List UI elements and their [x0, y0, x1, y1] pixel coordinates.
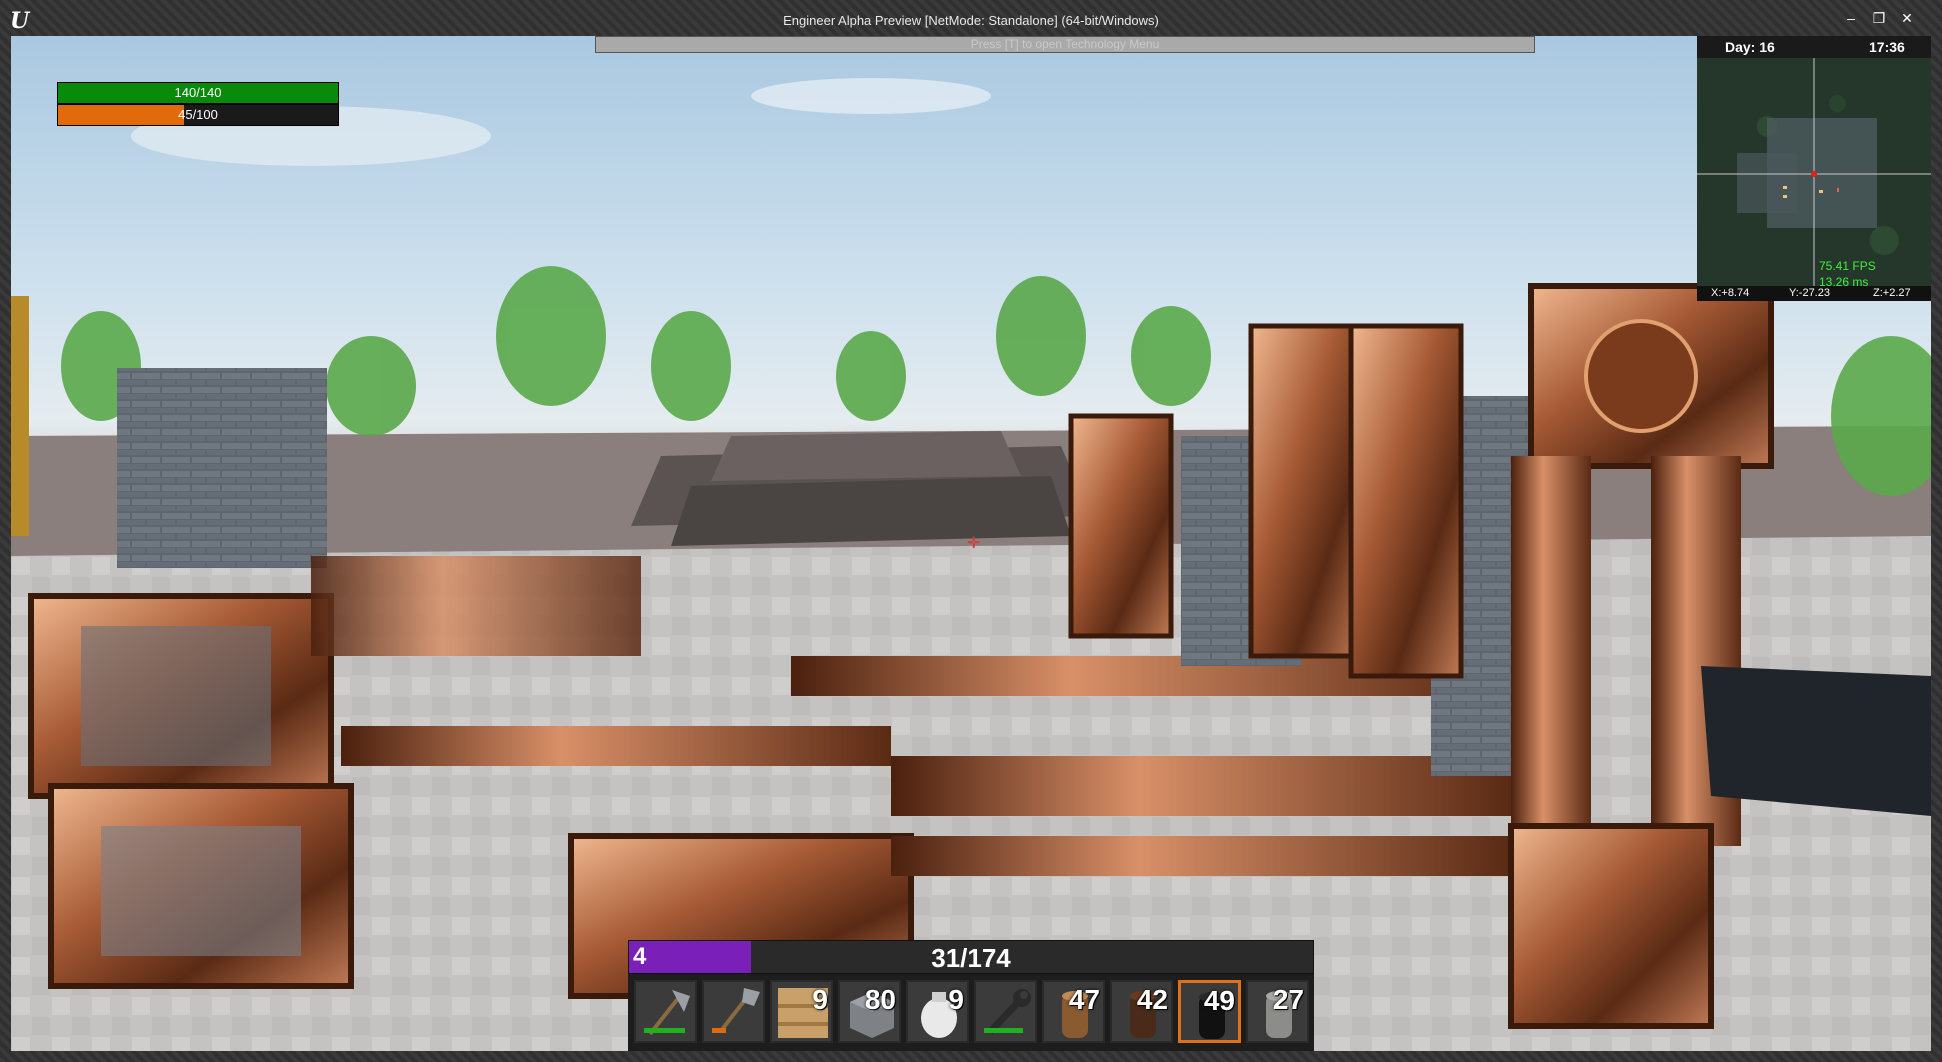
item-quantity: 9 [812, 984, 828, 1015]
hotbar-slot[interactable] [702, 980, 765, 1043]
fps-value: 75.41 FPS [1819, 259, 1876, 273]
hotbar-slot[interactable]: 9 [906, 980, 969, 1043]
hotbar-slot[interactable] [974, 980, 1037, 1043]
durability-bar [712, 1028, 726, 1033]
durability-bar [644, 1028, 685, 1033]
coord-y: Y:-27.23 [1789, 287, 1830, 299]
stamina-bar: 45/100 [57, 104, 339, 126]
hotbar: 9 80 9 47 42 49 27 [628, 974, 1314, 1051]
experience-bar: 4 31/174 [628, 940, 1314, 974]
item-quantity: 80 [864, 984, 896, 1015]
hotbar-slot[interactable]: 27 [1246, 980, 1309, 1043]
hotbar-slot[interactable]: 80 [838, 980, 901, 1043]
frame-time-value: 13.26 ms [1819, 275, 1869, 286]
hotbar-slot[interactable]: 42 [1110, 980, 1173, 1043]
stamina-label: 45/100 [178, 107, 218, 122]
item-quantity: 27 [1272, 984, 1304, 1015]
item-quantity: 9 [948, 984, 964, 1015]
hotbar-slot[interactable] [634, 980, 697, 1043]
coord-z: Z:+2.27 [1873, 287, 1911, 299]
window-title: Engineer Alpha Preview [NetMode: Standal… [783, 13, 1159, 28]
clock: 17:36 [1869, 39, 1905, 55]
durability-bar [984, 1028, 1023, 1033]
item-quantity: 42 [1136, 984, 1168, 1015]
item-quantity: 47 [1068, 984, 1100, 1015]
minimize-button[interactable]: – [1838, 10, 1864, 26]
game-viewport[interactable]: Press [T] to open Technology Menu 140/14… [11, 36, 1931, 1051]
technology-hint: Press [T] to open Technology Menu [595, 36, 1535, 53]
health-label: 140/140 [174, 85, 222, 100]
day-counter: Day: 16 [1725, 39, 1775, 55]
title-bar[interactable]: U Engineer Alpha Preview [NetMode: Stand… [0, 0, 1942, 36]
coordinates-bar: X:+8.74 Y:-27.23 Z:+2.27 [1697, 286, 1931, 301]
game-window: U Engineer Alpha Preview [NetMode: Stand… [0, 0, 1942, 1062]
crosshair-icon: ✛ [967, 535, 981, 552]
hotbar-slot[interactable]: 49 [1178, 980, 1241, 1043]
experience-progress: 31/174 [931, 943, 1011, 973]
health-bar: 140/140 [57, 82, 339, 104]
player-marker-icon [1811, 171, 1817, 177]
restore-button[interactable]: ❐ [1866, 10, 1892, 26]
coord-x: X:+8.74 [1711, 287, 1750, 299]
hotbar-slot[interactable]: 47 [1042, 980, 1105, 1043]
hotbar-slot[interactable]: 9 [770, 980, 833, 1043]
close-button[interactable]: ✕ [1894, 10, 1920, 26]
minimap-terrain [1697, 58, 1931, 286]
performance-readout: 75.41 FPS 13.26 ms [1819, 258, 1876, 286]
minimap-map[interactable]: 75.41 FPS 13.26 ms [1697, 58, 1931, 286]
item-quantity: 49 [1203, 985, 1235, 1016]
minimap[interactable]: Day: 16 17:36 75.41 FPS 13.26 ms X:+8.74… [1697, 36, 1931, 301]
minimap-header: Day: 16 17:36 [1697, 36, 1931, 58]
